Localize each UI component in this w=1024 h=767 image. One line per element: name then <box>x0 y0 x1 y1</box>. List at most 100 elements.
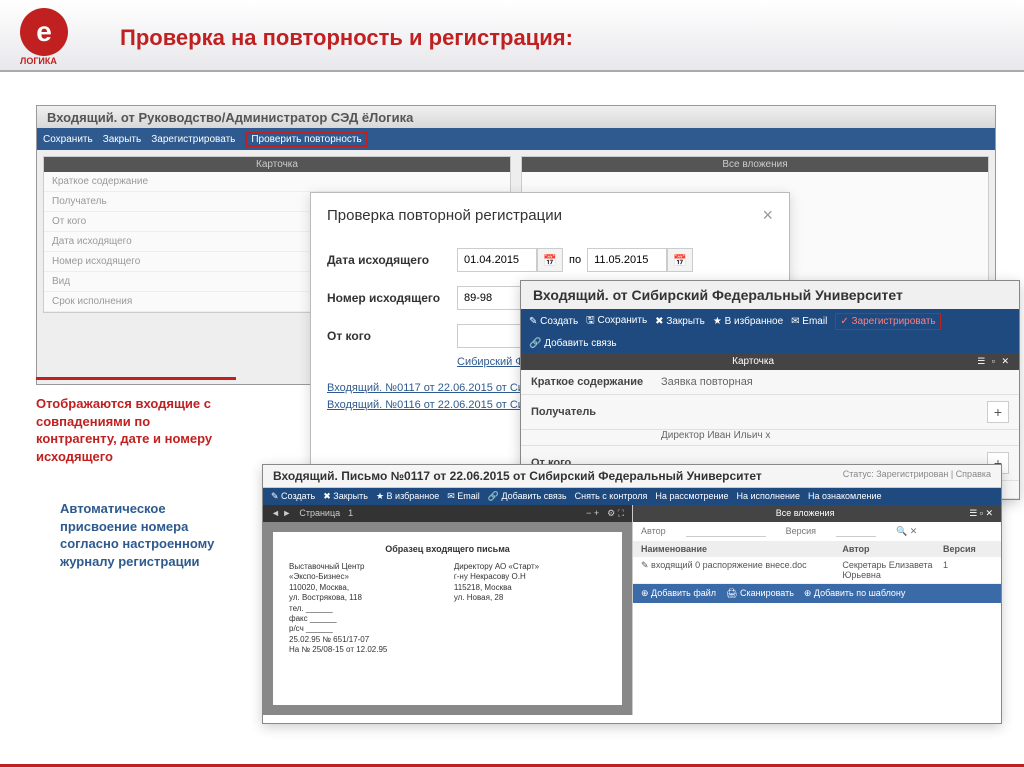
logo: е <box>20 8 68 56</box>
th-author: Автор <box>842 544 943 554</box>
pdf-tools-icon[interactable]: ⚙ ⛶ <box>607 508 624 519</box>
attachments-icons[interactable]: ☰ ▫ ✕ <box>969 508 993 519</box>
add-recipient-button[interactable]: + <box>987 401 1009 423</box>
page-title: Проверка на повторность и регистрация: <box>120 25 573 51</box>
annotation-duplicates: Отображаются входящие с совпадениями по … <box>36 395 226 465</box>
recipient-chip[interactable]: Директор Иван Ильич x <box>661 430 770 441</box>
doc-tb-acquaint[interactable]: На ознакомление <box>808 491 882 502</box>
pdf-nav-icon[interactable]: ◄ ► <box>271 508 291 519</box>
scan-button[interactable]: 🖨 Сканировать <box>726 588 794 599</box>
bg-right-panel-header: Все вложения <box>522 157 988 172</box>
meta-version-input[interactable] <box>836 526 876 537</box>
doc-attachments-pane: Все вложения ☰ ▫ ✕ Автор Версия 🔍 ✕ Наим… <box>633 505 1001 715</box>
modal-num-label: Номер исходящего <box>327 291 457 305</box>
modal-row-date: Дата исходящего 📅 по 📅 <box>327 248 773 272</box>
card-tb-email[interactable]: ✉ Email <box>791 316 827 327</box>
logo-letter: е <box>36 16 52 48</box>
doc-tb-create[interactable]: ✎ Создать <box>271 491 315 502</box>
attachments-actions: ⊕ Добавить файл 🖨 Сканировать ⊕ Добавить… <box>633 584 1001 603</box>
logo-circle: е <box>20 8 68 56</box>
doc-tb-email[interactable]: ✉ Email <box>447 491 480 502</box>
th-version: Версия <box>943 544 993 554</box>
red-underline <box>36 377 236 380</box>
modal-from-label: От кого <box>327 329 457 343</box>
app-header: е ЛОГИКА Проверка на повторность и регис… <box>0 0 1024 72</box>
meta-version-label: Версия <box>786 526 816 537</box>
card-row-summary: Краткое содержание Заявка повторная <box>521 370 1019 395</box>
card-title: Входящий. от Сибирский Федеральный Униве… <box>521 281 1019 309</box>
doc-sheet: Образец входящего письма Выставочный Цен… <box>273 532 622 705</box>
td-author: Секретарь Елизавета Юрьевна <box>842 560 943 580</box>
document-window: Входящий. Письмо №0117 от 22.06.2015 от … <box>262 464 1002 724</box>
td-name: ✎ входящий 0 распоряжение внесе.doc <box>641 560 842 580</box>
card-row-recipient-label: Получатель <box>531 406 661 418</box>
th-name: Наименование <box>641 544 842 554</box>
td-version: 1 <box>943 560 993 580</box>
doc-sheet-left: Выставочный Центр «Экспо-Бизнес» 110020,… <box>289 562 441 656</box>
calendar-icon[interactable]: 📅 <box>667 248 693 272</box>
card-tb-register[interactable]: ✓ Зарегистрировать <box>835 313 940 330</box>
search-icon[interactable]: 🔍 ✕ <box>896 526 917 537</box>
modal-title-row: Проверка повторной регистрации × <box>311 193 789 238</box>
doc-tb-favorite[interactable]: ★ В избранное <box>376 491 439 502</box>
close-icon[interactable]: × <box>762 205 773 226</box>
attachments-table: Наименование Автор Версия ✎ входящий 0 р… <box>633 541 1001 584</box>
add-file-button[interactable]: ⊕ Добавить файл <box>641 588 716 599</box>
annotation-autonumber: Автоматическое присвоение номера согласн… <box>60 500 240 570</box>
doc-sheet-title: Образец входящего письма <box>289 544 606 554</box>
doc-sheet-right: Директору АО «Старт» г-ну Некрасову О.Н … <box>454 562 606 656</box>
bg-tb-check-duplicate[interactable]: Проверить повторность <box>245 132 367 147</box>
pdf-toolbar: ◄ ► Страница 1 − + ⚙ ⛶ <box>263 505 632 522</box>
bg-row: Краткое содержание <box>44 172 510 192</box>
bg-toolbar: Сохранить Закрыть Зарегистрировать Прове… <box>37 128 995 150</box>
doc-tb-link[interactable]: 🔗 Добавить связь <box>488 491 567 502</box>
card-section-header: Карточка ☰ ▫ ✕ <box>521 353 1019 370</box>
card-section-title: Карточка <box>529 356 977 367</box>
doc-sheet-cols: Выставочный Центр «Экспо-Бизнес» 110020,… <box>289 562 606 656</box>
card-row-recipient-chip: Директор Иван Ильич x <box>521 430 1019 446</box>
card-tb-favorite[interactable]: ★ В избранное <box>713 316 783 327</box>
table-row[interactable]: ✎ входящий 0 распоряжение внесе.doc Секр… <box>633 557 1001 584</box>
card-tb-create[interactable]: ✎ Создать <box>529 316 578 327</box>
bg-tb-register[interactable]: Зарегистрировать <box>151 134 235 145</box>
po-label: по <box>569 254 581 266</box>
doc-body: ◄ ► Страница 1 − + ⚙ ⛶ Образец входящего… <box>263 505 1001 715</box>
meta-author-label: Автор <box>641 526 666 537</box>
meta-author-input[interactable] <box>686 526 766 537</box>
attachments-meta: Автор Версия 🔍 ✕ <box>633 522 1001 541</box>
attachments-header: Все вложения ☰ ▫ ✕ <box>633 505 1001 522</box>
card-section-icons[interactable]: ☰ ▫ ✕ <box>977 356 1011 367</box>
table-header: Наименование Автор Версия <box>633 541 1001 557</box>
pdf-page-num: 1 <box>348 508 353 519</box>
card-row-summary-value[interactable]: Заявка повторная <box>661 376 1009 388</box>
doc-page-bg: Образец входящего письма Выставочный Цен… <box>263 522 632 715</box>
doc-status: Статус: Зарегистрирован | Справка <box>843 469 991 483</box>
card-row-summary-label: Краткое содержание <box>531 376 661 388</box>
calendar-icon[interactable]: 📅 <box>537 248 563 272</box>
modal-date-label: Дата исходящего <box>327 253 457 267</box>
logo-text: ЛОГИКА <box>20 56 57 66</box>
date-from-input[interactable] <box>457 248 537 272</box>
doc-tb-execute[interactable]: На исполнение <box>737 491 800 502</box>
doc-tb-review[interactable]: На рассмотрение <box>655 491 728 502</box>
bg-win-title: Входящий. от Руководство/Администратор С… <box>37 106 995 128</box>
card-toolbar: ✎ Создать 🖫 Сохранить ✖ Закрыть ★ В избр… <box>521 309 1019 353</box>
doc-tb-close[interactable]: ✖ Закрыть <box>323 491 368 502</box>
card-tb-addlink[interactable]: 🔗 Добавить связь <box>529 338 617 349</box>
doc-title-row: Входящий. Письмо №0117 от 22.06.2015 от … <box>263 465 1001 488</box>
bg-tb-save[interactable]: Сохранить <box>43 134 93 145</box>
card-tb-close[interactable]: ✖ Закрыть <box>655 316 705 327</box>
card-row-recipient: Получатель + <box>521 395 1019 430</box>
bg-left-panel-header: Карточка <box>44 157 510 172</box>
date-to-input[interactable] <box>587 248 667 272</box>
pdf-zoom-icon[interactable]: − + <box>586 508 599 519</box>
modal-title: Проверка повторной регистрации <box>327 207 562 224</box>
doc-title: Входящий. Письмо №0117 от 22.06.2015 от … <box>273 469 762 483</box>
doc-preview-pane: ◄ ► Страница 1 − + ⚙ ⛶ Образец входящего… <box>263 505 633 715</box>
add-template-button[interactable]: ⊕ Добавить по шаблону <box>804 588 906 599</box>
card-tb-save[interactable]: 🖫 Сохранить <box>586 313 647 330</box>
doc-tb-uncontrol[interactable]: Снять с контроля <box>575 491 648 502</box>
bg-tb-close[interactable]: Закрыть <box>103 134 142 145</box>
pdf-page-label: Страница <box>299 508 340 519</box>
doc-toolbar: ✎ Создать ✖ Закрыть ★ В избранное ✉ Emai… <box>263 488 1001 505</box>
